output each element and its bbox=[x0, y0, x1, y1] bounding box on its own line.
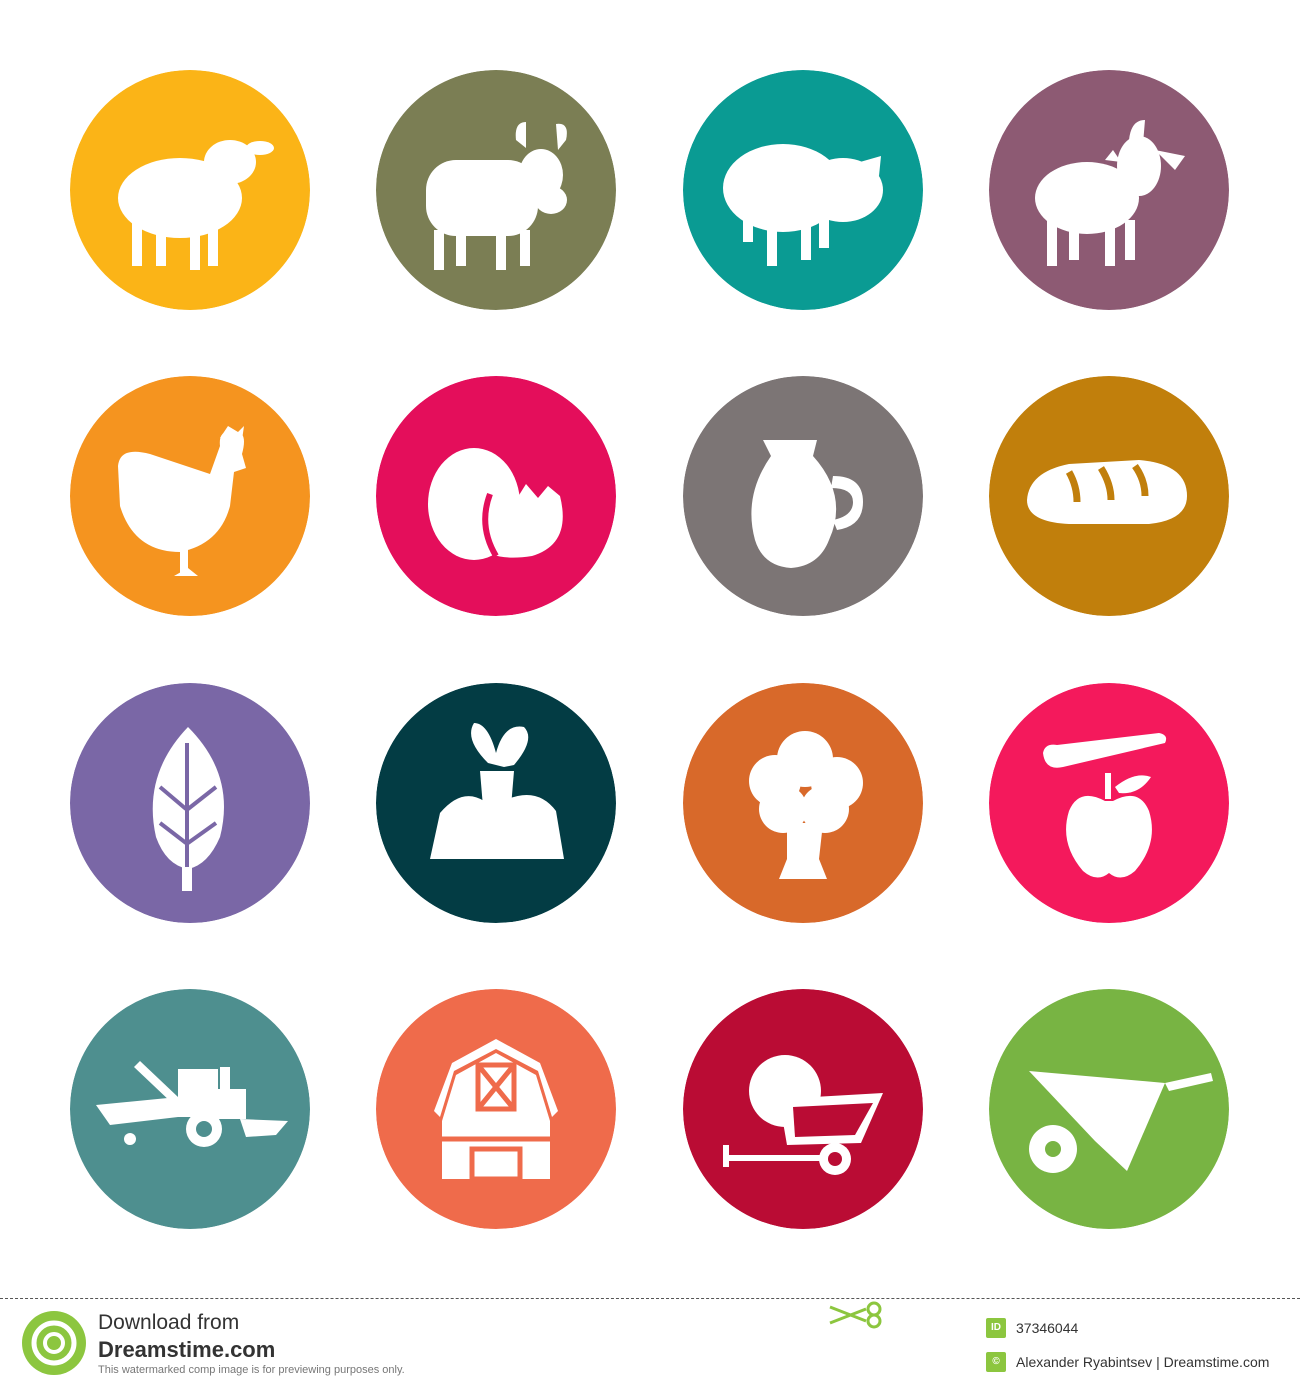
milk-jug-icon bbox=[683, 376, 923, 616]
scissors-icon bbox=[829, 1301, 882, 1329]
cow-icon bbox=[376, 70, 616, 310]
image-id: 37346044 bbox=[1016, 1320, 1079, 1336]
wheat-icon bbox=[70, 683, 310, 923]
watermark-footer: Download from Dreamstime.com This waterm… bbox=[0, 1298, 1300, 1390]
author-credit: Alexander Ryabintsev | Dreamstime.com bbox=[1016, 1354, 1270, 1370]
id-badge: ID bbox=[986, 1318, 1006, 1338]
icon-grid bbox=[0, 0, 1300, 1300]
download-text: Download from bbox=[98, 1311, 240, 1334]
eggs-icon bbox=[376, 376, 616, 616]
goat-icon bbox=[989, 70, 1229, 310]
hay-bale-trailer-icon bbox=[683, 989, 923, 1229]
dreamstime-link[interactable]: Dreamstime.com bbox=[98, 1337, 275, 1363]
bread-icon bbox=[989, 376, 1229, 616]
pig-icon bbox=[683, 70, 923, 310]
copyright-icon: © bbox=[986, 1352, 1006, 1372]
sheep-icon bbox=[70, 70, 310, 310]
watermark-notice: This watermarked comp image is for previ… bbox=[98, 1364, 405, 1376]
broccoli-icon bbox=[683, 683, 923, 923]
apple-icon bbox=[989, 683, 1229, 923]
carrot-soil-icon bbox=[376, 683, 616, 923]
barn-icon bbox=[376, 989, 616, 1229]
combine-harvester-icon bbox=[70, 989, 310, 1229]
wheelbarrow-icon bbox=[989, 989, 1229, 1229]
chicken-icon bbox=[70, 376, 310, 616]
dreamstime-logo-icon bbox=[22, 1311, 86, 1375]
